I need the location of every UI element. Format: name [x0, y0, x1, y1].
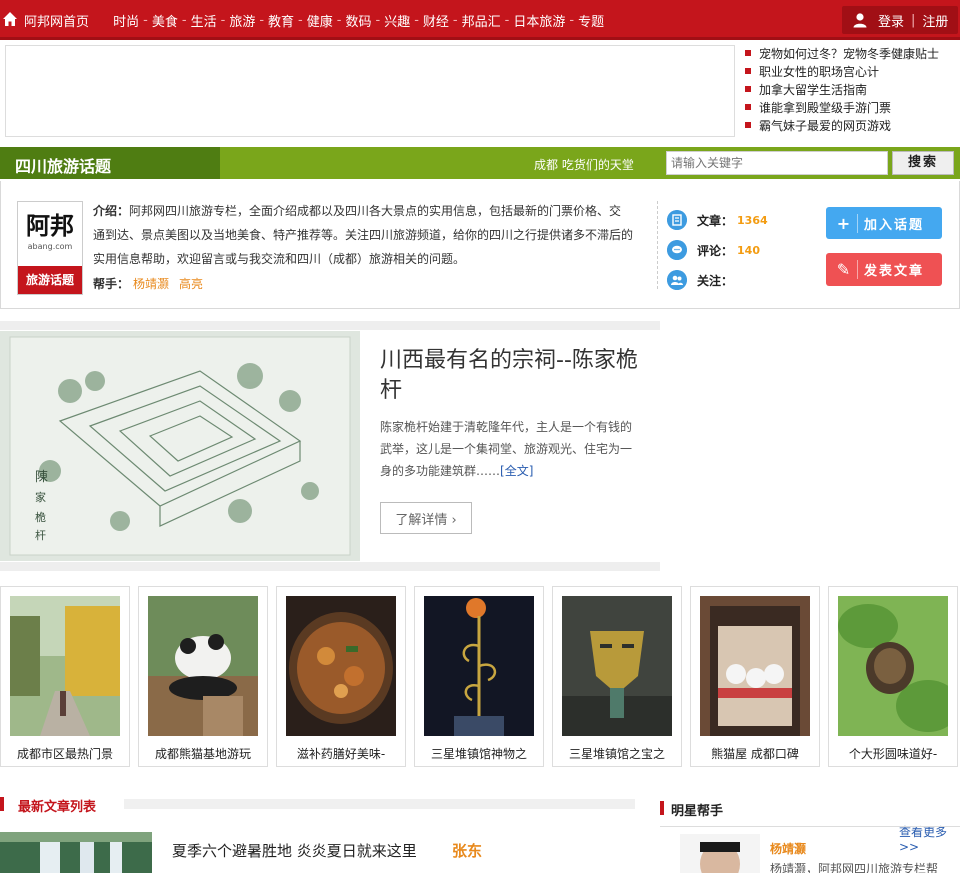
headline-item[interactable]: 谁能拿到殿堂级手游门票	[745, 98, 955, 116]
pencil-icon: ✎	[832, 260, 858, 279]
stat-followers: 关注：	[667, 265, 768, 295]
users-icon	[667, 270, 687, 290]
thumb-caption[interactable]: 三星堆镇馆神物之	[415, 745, 543, 762]
stat-comments: 评论： 140	[667, 235, 768, 265]
topic-logo: 阿邦 abang.com 旅游话题	[17, 201, 83, 295]
thumb-caption[interactable]: 滋补药膳好美味-	[277, 745, 405, 762]
topic-title: 四川旅游话题	[15, 157, 112, 176]
svg-text:桅: 桅	[35, 510, 46, 524]
nav-home-link[interactable]: 阿邦网首页	[24, 11, 89, 30]
nav-item-health[interactable]: 健康	[307, 11, 333, 30]
headline-item[interactable]: 霸气妹子最爱的网页游戏	[745, 116, 955, 134]
thumb-image[interactable]	[700, 596, 810, 736]
helper-name[interactable]: 杨靖灏	[770, 840, 806, 857]
thumb-caption[interactable]: 成都熊猫基地游玩	[139, 745, 267, 762]
helper-description: 杨靖灏，阿邦网四川旅游专栏帮	[770, 862, 939, 873]
headline-item[interactable]: 职业女性的职场宫心计	[745, 62, 955, 80]
login-link[interactable]: 登录	[878, 11, 904, 30]
topic-banner: 四川旅游话题 成都 吃货们的天堂 搜索	[0, 147, 960, 179]
topic-intro-panel: 阿邦 abang.com 旅游话题 介绍：阿邦网四川旅游专栏，全面介绍成都以及四…	[0, 181, 960, 309]
thumb-image[interactable]	[838, 596, 948, 736]
thumb-card[interactable]: 个大形圆味道好-	[828, 586, 958, 767]
nav-item-digital[interactable]: 数码	[345, 11, 371, 30]
stat-articles: 文章： 1364	[667, 205, 768, 235]
thumb-card[interactable]: 三星堆镇馆之宝之	[552, 586, 682, 767]
nav-item-topics[interactable]: 专题	[578, 11, 604, 30]
top-nav-bar: 阿邦网首页 · 时尚 - 美食 - 生活 - 旅游 - 教育 - 健康 - 数码…	[0, 0, 960, 40]
plus-icon: +	[832, 213, 858, 233]
register-link[interactable]: 注册	[922, 11, 948, 30]
nav-item-travel[interactable]: 旅游	[229, 11, 255, 30]
headline-item[interactable]: 加拿大留学生活指南	[745, 80, 955, 98]
bullet-icon	[745, 68, 751, 74]
topic-slogan: 成都 吃货们的天堂	[534, 158, 634, 172]
helper-link[interactable]: 杨靖灏	[133, 277, 169, 291]
feature-title[interactable]: 川西最有名的宗祠--陈家桅杆	[380, 346, 650, 406]
nav-item-japan-travel[interactable]: 日本旅游	[513, 11, 565, 30]
login-box: 登录 | 注册	[842, 6, 958, 34]
feature-image[interactable]: 陳 家 桅 杆	[0, 331, 360, 561]
nav-item-food[interactable]: 美食	[152, 11, 178, 30]
svg-text:杆: 杆	[35, 528, 46, 542]
thumb-image[interactable]	[286, 596, 396, 736]
article-thumbnail[interactable]	[0, 832, 152, 873]
thumb-caption[interactable]: 个大形圆味道好-	[829, 745, 957, 762]
bullet-icon	[745, 104, 751, 110]
headline-list: 宠物如何过冬？宠物冬季健康贴士 职业女性的职场宫心计 加拿大留学生活指南 谁能拿…	[745, 44, 955, 134]
thumb-image[interactable]	[10, 596, 120, 736]
search-input[interactable]	[666, 151, 888, 175]
thumb-caption[interactable]: 三星堆镇馆之宝之	[553, 745, 681, 762]
post-article-button[interactable]: ✎ 发表文章	[826, 253, 942, 286]
nav-item-education[interactable]: 教育	[268, 11, 294, 30]
ad-banner[interactable]	[5, 45, 735, 137]
helper-link[interactable]: 高亮	[179, 277, 203, 291]
join-topic-button[interactable]: + 加入话题	[826, 207, 942, 239]
topic-badge: 旅游话题	[18, 266, 82, 294]
see-more-link[interactable]: 查看更多>>	[899, 823, 960, 854]
thumb-card[interactable]: 熊猫屋 成都口碑	[690, 586, 820, 767]
thumb-card[interactable]: 成都市区最热门景	[0, 586, 130, 767]
nav-item-interest[interactable]: 兴趣	[384, 11, 410, 30]
thumb-image[interactable]	[562, 596, 672, 736]
home-icon[interactable]	[2, 11, 18, 27]
nav-item-finance[interactable]: 财经	[423, 11, 449, 30]
search-button[interactable]: 搜索	[892, 151, 954, 175]
article-author[interactable]: 张东	[452, 840, 482, 861]
topic-stats: 文章： 1364 评论： 140 关注：	[667, 205, 768, 295]
thumb-card[interactable]: 成都熊猫基地游玩	[138, 586, 268, 767]
document-icon	[667, 210, 687, 230]
user-icon	[853, 13, 867, 28]
star-section-title: 明星帮手	[671, 804, 724, 819]
thumb-caption[interactable]: 成都市区最热门景	[1, 745, 129, 762]
comment-icon	[667, 240, 687, 260]
nav-item-life[interactable]: 生活	[191, 11, 217, 30]
thumb-card[interactable]: 三星堆镇馆神物之	[414, 586, 544, 767]
latest-section-title: 最新文章列表	[18, 800, 97, 815]
feature-description: 陈家桅杆始建于清乾隆年代，主人是一个有钱的武举，这儿是一个集祠堂、旅游观光、住宅…	[380, 420, 633, 478]
thumb-caption[interactable]: 熊猫屋 成都口碑	[691, 745, 819, 762]
bullet-icon	[745, 122, 751, 128]
full-text-link[interactable]: [全文]	[500, 464, 533, 478]
bullet-icon	[745, 50, 751, 56]
thumb-image[interactable]	[424, 596, 534, 736]
learn-more-button[interactable]: 了解详情 ›	[380, 502, 472, 534]
thumb-image[interactable]	[148, 596, 258, 736]
svg-text:家: 家	[35, 490, 46, 504]
intro-text: 介绍：阿邦网四川旅游专栏，全面介绍成都以及四川各大景点的实用信息，包括最新的门票…	[93, 204, 634, 266]
article-title[interactable]: 夏季六个避暑胜地 炎炎夏日就来这里	[172, 840, 417, 861]
thumb-card[interactable]: 滋补药膳好美味-	[276, 586, 406, 767]
nav-item-fashion[interactable]: 时尚	[113, 11, 139, 30]
nav-item-shop[interactable]: 邦品汇	[462, 11, 501, 30]
helpers-row: 帮手： 杨靖灏 高亮	[93, 277, 204, 291]
bullet-icon	[745, 86, 751, 92]
headline-item[interactable]: 宠物如何过冬？宠物冬季健康贴士	[745, 44, 955, 62]
avatar[interactable]	[680, 834, 760, 873]
svg-text:陳: 陳	[35, 470, 48, 485]
main-nav: 阿邦网首页 · 时尚 - 美食 - 生活 - 旅游 - 教育 - 健康 - 数码…	[24, 11, 605, 30]
